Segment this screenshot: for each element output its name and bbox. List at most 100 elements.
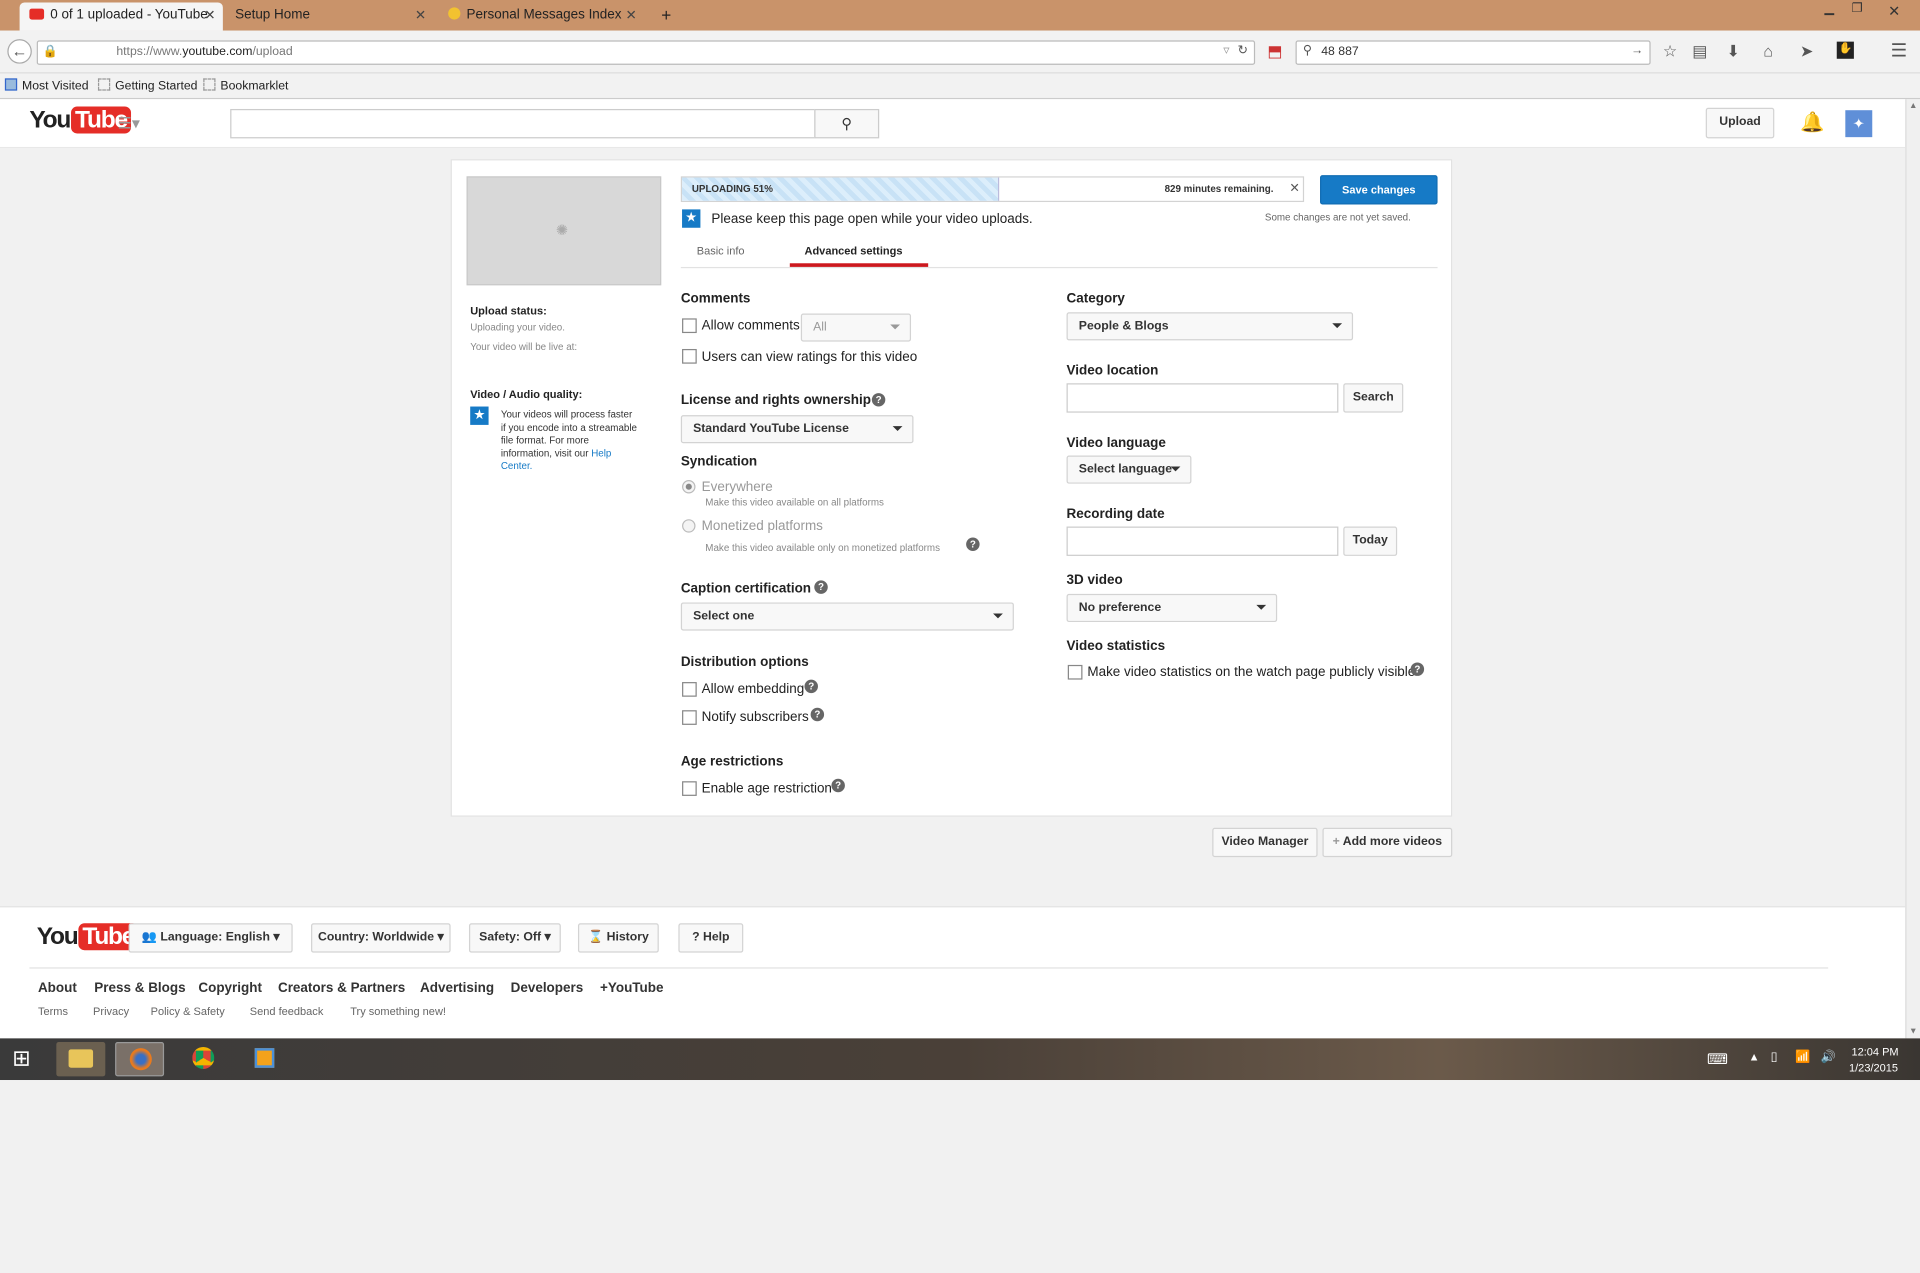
close-tab-icon[interactable]: ✕ (415, 7, 426, 24)
url-bar[interactable]: 🔒 https://www.youtube.com/upload ▿ ↻ (36, 40, 1256, 65)
bookmark-getting-started[interactable]: Getting Started (97, 78, 197, 93)
new-tab-button[interactable]: + (651, 0, 675, 28)
tab-advanced-settings[interactable]: Advanced settings (804, 245, 902, 257)
keyboard-icon[interactable]: ⌨ (1707, 1051, 1728, 1068)
cancel-upload-icon[interactable]: ✕ (1289, 182, 1299, 195)
tab-personal-messages[interactable]: Personal Messages Index ✕ (438, 2, 644, 30)
dropdown-icon[interactable]: ▿ (1223, 44, 1229, 57)
download-icon[interactable]: ⬇ (1727, 42, 1740, 62)
tab-basic-info[interactable]: Basic info (697, 245, 745, 257)
history-button[interactable]: ⌛ History (577, 923, 659, 953)
footer-link-about[interactable]: About (38, 981, 77, 996)
allow-comments-checkbox[interactable] (682, 318, 697, 334)
footer-link-plus-youtube[interactable]: +YouTube (600, 981, 663, 996)
restore-icon[interactable]: ❐ (1851, 2, 1862, 15)
language-icon: 👥 (141, 930, 161, 945)
allow-embedding-checkbox[interactable] (682, 682, 697, 697)
help-icon[interactable]: ? (1410, 662, 1425, 676)
addon-icon[interactable]: ⬒ (1267, 42, 1282, 62)
notification-bell-icon[interactable]: 🔔 (1800, 110, 1824, 134)
close-tab-icon[interactable]: ✕ (204, 7, 215, 24)
footer-link-copyright[interactable]: Copyright (198, 981, 262, 996)
home-icon[interactable]: ⌂ (1763, 42, 1773, 60)
help-icon[interactable]: ? (831, 778, 845, 793)
clock-date[interactable]: 1/23/2015 (1849, 1062, 1898, 1074)
location-input[interactable] (1066, 383, 1339, 413)
search-input[interactable] (230, 108, 816, 139)
help-icon[interactable]: ? (810, 707, 825, 722)
tab-setup-home[interactable]: Setup Home ✕ (225, 2, 433, 30)
language-button[interactable]: 👥 Language: English ▾ (128, 923, 293, 953)
device-icon[interactable]: ▯ (1771, 1051, 1778, 1064)
country-button[interactable]: Country: Worldwide ▾ (311, 923, 451, 953)
scroll-up-icon[interactable]: ▲ (1909, 102, 1917, 111)
footer-link-advertising[interactable]: Advertising (420, 981, 494, 996)
help-icon[interactable]: ? (804, 679, 818, 694)
license-select[interactable]: Standard YouTube License (680, 415, 914, 444)
save-changes-button[interactable]: Save changes (1320, 175, 1438, 205)
search-button[interactable]: ⚲ (814, 108, 880, 139)
bookmark-most-visited[interactable]: Most Visited (4, 78, 89, 93)
back-icon[interactable]: ← (7, 39, 32, 64)
menu-icon[interactable]: ☰ (1891, 39, 1907, 61)
today-button[interactable]: Today (1343, 526, 1398, 556)
search-bar[interactable]: ⚲ 48 887 → (1295, 40, 1651, 65)
location-search-button[interactable]: Search (1343, 383, 1404, 413)
firefox-icon[interactable] (115, 1042, 165, 1077)
safety-button[interactable]: Safety: Off ▾ (468, 923, 561, 953)
video3d-select[interactable]: No preference (1066, 593, 1278, 623)
youtube-logo[interactable]: You Tube (29, 106, 131, 135)
add-more-videos-button[interactable]: + Add more videos (1322, 827, 1453, 858)
footer-link-try-new[interactable]: Try something new! (350, 1005, 446, 1017)
file-explorer-icon[interactable] (56, 1042, 106, 1077)
clock-time[interactable]: 12:04 PM (1851, 1046, 1898, 1058)
everywhere-radio[interactable] (682, 480, 696, 494)
category-select[interactable]: People & Blogs (1066, 312, 1354, 341)
footer-youtube-logo[interactable]: You Tube (37, 923, 138, 951)
send-icon[interactable]: ➤ (1800, 42, 1813, 62)
monetized-radio[interactable] (682, 519, 696, 533)
page-scrollbar[interactable]: ▲ ▼ (1905, 99, 1920, 1039)
footer-link-creators[interactable]: Creators & Partners (278, 981, 405, 996)
recording-date-input[interactable] (1066, 526, 1339, 556)
footer-link-feedback[interactable]: Send feedback (250, 1005, 324, 1017)
syndication-title: Syndication (680, 454, 758, 469)
video-manager-button[interactable]: Video Manager (1212, 827, 1318, 858)
volume-icon[interactable]: 🔊 (1821, 1051, 1836, 1064)
minimize-icon[interactable]: ▁ (1825, 2, 1834, 15)
go-arrow-icon[interactable]: → (1631, 44, 1643, 57)
network-icon[interactable]: 📶 (1795, 1051, 1810, 1064)
upload-button[interactable]: Upload (1705, 107, 1775, 139)
age-restriction-checkbox[interactable] (682, 781, 697, 796)
avatar[interactable]: ✦ (1845, 110, 1873, 138)
clipboard-icon[interactable]: ▤ (1692, 42, 1707, 62)
help-icon[interactable]: ? (814, 580, 828, 594)
footer-link-developers[interactable]: Developers (511, 981, 584, 996)
guide-menu-icon[interactable]: ☰▾ (118, 114, 140, 134)
footer-link-privacy[interactable]: Privacy (93, 1005, 129, 1017)
footer-link-press[interactable]: Press & Blogs (94, 981, 185, 996)
comments-select[interactable]: All (800, 313, 912, 342)
scroll-down-icon[interactable]: ▼ (1909, 1027, 1917, 1036)
caption-select[interactable]: Select one (680, 602, 1014, 631)
reload-icon[interactable]: ↻ (1237, 44, 1247, 57)
help-icon[interactable]: ? (966, 537, 980, 552)
notify-subscribers-checkbox[interactable] (682, 710, 697, 725)
app-icon[interactable] (240, 1042, 289, 1076)
addon-menu-icon[interactable]: ✋ (1836, 41, 1854, 59)
view-ratings-checkbox[interactable] (682, 348, 697, 364)
stats-checkbox[interactable] (1067, 664, 1083, 680)
tray-chevron-icon[interactable]: ▲ (1749, 1051, 1760, 1063)
bookmark-star-icon[interactable]: ☆ (1663, 42, 1677, 62)
chrome-icon[interactable] (179, 1042, 228, 1076)
help-button[interactable]: ? Help (678, 923, 744, 953)
language-select[interactable]: Select language (1066, 455, 1192, 484)
footer-link-policy[interactable]: Policy & Safety (151, 1005, 225, 1017)
help-icon[interactable]: ? (871, 393, 886, 407)
windows-start-icon[interactable]: ⊞ (12, 1046, 30, 1072)
close-window-icon[interactable]: ✕ (1888, 2, 1900, 19)
close-tab-icon[interactable]: ✕ (625, 7, 636, 24)
footer-link-terms[interactable]: Terms (38, 1005, 68, 1017)
tab-youtube[interactable]: 0 of 1 uploaded - YouTube ✕ (19, 2, 223, 31)
bookmark-bookmarklet[interactable]: Bookmarklet (203, 78, 288, 93)
